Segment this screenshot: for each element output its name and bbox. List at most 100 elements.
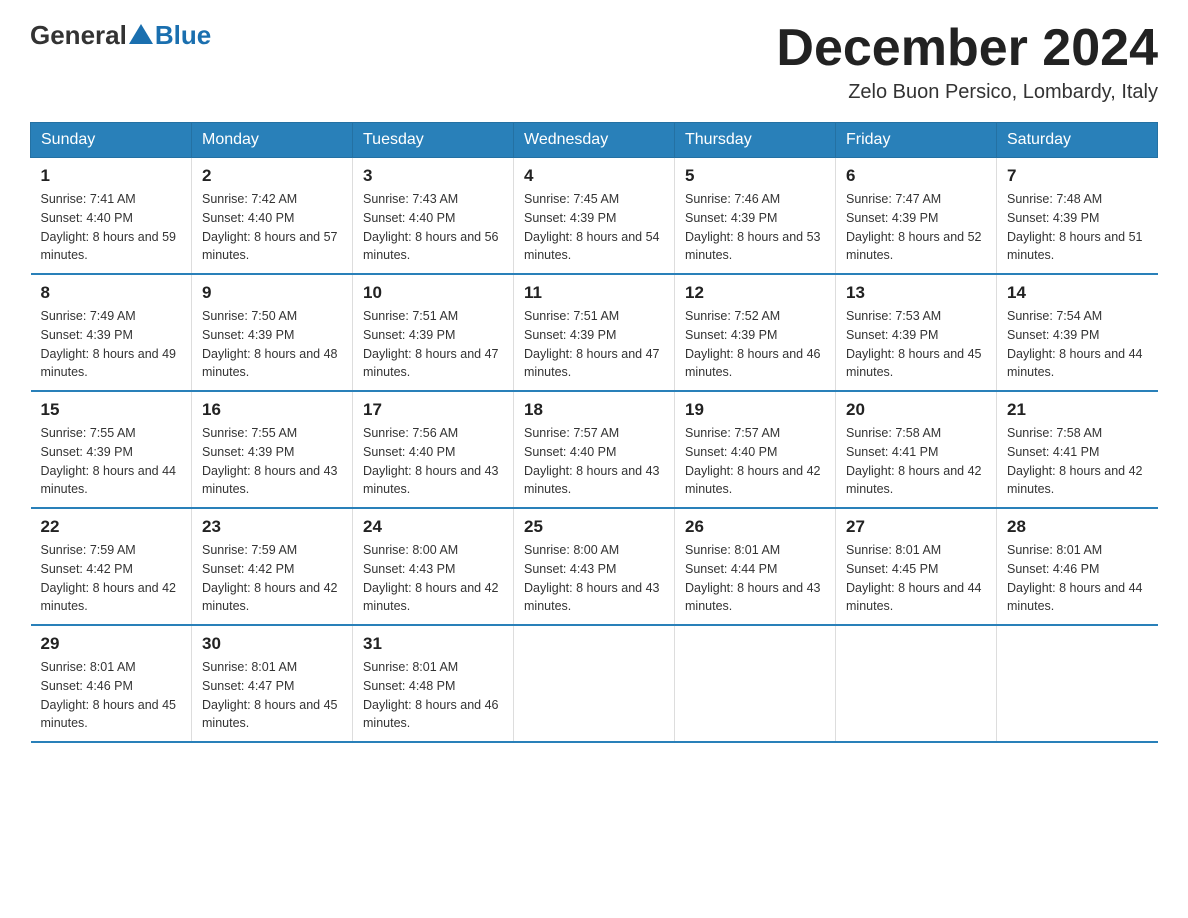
day-number: 25: [524, 517, 664, 537]
daylight-label: Daylight: 8 hours and 45 minutes.: [41, 698, 177, 731]
calendar-day-cell: 24 Sunrise: 8:00 AM Sunset: 4:43 PM Dayl…: [353, 508, 514, 625]
daylight-label: Daylight: 8 hours and 49 minutes.: [41, 347, 177, 380]
calendar-day-cell: 10 Sunrise: 7:51 AM Sunset: 4:39 PM Dayl…: [353, 274, 514, 391]
sunset-label: Sunset: 4:39 PM: [685, 328, 777, 342]
day-number: 31: [363, 634, 503, 654]
calendar-day-cell: [675, 625, 836, 742]
day-info: Sunrise: 7:55 AM Sunset: 4:39 PM Dayligh…: [202, 424, 342, 499]
daylight-label: Daylight: 8 hours and 43 minutes.: [685, 581, 821, 614]
col-monday: Monday: [192, 123, 353, 158]
sunrise-label: Sunrise: 8:01 AM: [41, 660, 136, 674]
sunrise-label: Sunrise: 8:01 AM: [202, 660, 297, 674]
calendar-day-cell: 9 Sunrise: 7:50 AM Sunset: 4:39 PM Dayli…: [192, 274, 353, 391]
sunset-label: Sunset: 4:48 PM: [363, 679, 455, 693]
day-number: 16: [202, 400, 342, 420]
daylight-label: Daylight: 8 hours and 54 minutes.: [524, 230, 660, 263]
calendar-day-cell: 16 Sunrise: 7:55 AM Sunset: 4:39 PM Dayl…: [192, 391, 353, 508]
day-number: 6: [846, 166, 986, 186]
calendar-header-row: Sunday Monday Tuesday Wednesday Thursday…: [31, 123, 1158, 158]
calendar-day-cell: 12 Sunrise: 7:52 AM Sunset: 4:39 PM Dayl…: [675, 274, 836, 391]
calendar-day-cell: [997, 625, 1158, 742]
calendar-day-cell: 28 Sunrise: 8:01 AM Sunset: 4:46 PM Dayl…: [997, 508, 1158, 625]
daylight-label: Daylight: 8 hours and 44 minutes.: [846, 581, 982, 614]
sunset-label: Sunset: 4:40 PM: [363, 445, 455, 459]
calendar-week-row: 22 Sunrise: 7:59 AM Sunset: 4:42 PM Dayl…: [31, 508, 1158, 625]
day-number: 30: [202, 634, 342, 654]
sunrise-label: Sunrise: 7:55 AM: [202, 426, 297, 440]
day-info: Sunrise: 7:56 AM Sunset: 4:40 PM Dayligh…: [363, 424, 503, 499]
day-number: 29: [41, 634, 182, 654]
calendar-day-cell: 6 Sunrise: 7:47 AM Sunset: 4:39 PM Dayli…: [836, 158, 997, 275]
sunrise-label: Sunrise: 7:56 AM: [363, 426, 458, 440]
day-number: 2: [202, 166, 342, 186]
day-number: 15: [41, 400, 182, 420]
calendar-day-cell: 2 Sunrise: 7:42 AM Sunset: 4:40 PM Dayli…: [192, 158, 353, 275]
daylight-label: Daylight: 8 hours and 42 minutes.: [1007, 464, 1143, 497]
title-section: December 2024 Zelo Buon Persico, Lombard…: [776, 20, 1158, 104]
day-info: Sunrise: 7:47 AM Sunset: 4:39 PM Dayligh…: [846, 190, 986, 265]
calendar-week-row: 1 Sunrise: 7:41 AM Sunset: 4:40 PM Dayli…: [31, 158, 1158, 275]
month-title: December 2024: [776, 20, 1158, 77]
daylight-label: Daylight: 8 hours and 43 minutes.: [363, 464, 499, 497]
day-info: Sunrise: 7:52 AM Sunset: 4:39 PM Dayligh…: [685, 307, 825, 382]
sunrise-label: Sunrise: 8:00 AM: [524, 543, 619, 557]
day-number: 22: [41, 517, 182, 537]
day-number: 17: [363, 400, 503, 420]
calendar-day-cell: 23 Sunrise: 7:59 AM Sunset: 4:42 PM Dayl…: [192, 508, 353, 625]
daylight-label: Daylight: 8 hours and 47 minutes.: [363, 347, 499, 380]
calendar-day-cell: 1 Sunrise: 7:41 AM Sunset: 4:40 PM Dayli…: [31, 158, 192, 275]
sunset-label: Sunset: 4:41 PM: [846, 445, 938, 459]
calendar-day-cell: 19 Sunrise: 7:57 AM Sunset: 4:40 PM Dayl…: [675, 391, 836, 508]
day-number: 18: [524, 400, 664, 420]
sunrise-label: Sunrise: 7:42 AM: [202, 192, 297, 206]
day-info: Sunrise: 8:01 AM Sunset: 4:46 PM Dayligh…: [41, 658, 182, 733]
day-number: 13: [846, 283, 986, 303]
daylight-label: Daylight: 8 hours and 46 minutes.: [685, 347, 821, 380]
day-info: Sunrise: 7:41 AM Sunset: 4:40 PM Dayligh…: [41, 190, 182, 265]
sunrise-label: Sunrise: 7:45 AM: [524, 192, 619, 206]
day-number: 20: [846, 400, 986, 420]
sunrise-label: Sunrise: 7:52 AM: [685, 309, 780, 323]
sunset-label: Sunset: 4:42 PM: [202, 562, 294, 576]
sunset-label: Sunset: 4:44 PM: [685, 562, 777, 576]
day-number: 24: [363, 517, 503, 537]
sunset-label: Sunset: 4:39 PM: [846, 211, 938, 225]
sunrise-label: Sunrise: 7:46 AM: [685, 192, 780, 206]
sunset-label: Sunset: 4:43 PM: [363, 562, 455, 576]
sunrise-label: Sunrise: 7:49 AM: [41, 309, 136, 323]
calendar-day-cell: 31 Sunrise: 8:01 AM Sunset: 4:48 PM Dayl…: [353, 625, 514, 742]
day-number: 28: [1007, 517, 1148, 537]
daylight-label: Daylight: 8 hours and 48 minutes.: [202, 347, 338, 380]
day-number: 12: [685, 283, 825, 303]
sunset-label: Sunset: 4:39 PM: [41, 445, 133, 459]
sunset-label: Sunset: 4:39 PM: [202, 445, 294, 459]
calendar-day-cell: 4 Sunrise: 7:45 AM Sunset: 4:39 PM Dayli…: [514, 158, 675, 275]
sunset-label: Sunset: 4:39 PM: [524, 211, 616, 225]
calendar-day-cell: 21 Sunrise: 7:58 AM Sunset: 4:41 PM Dayl…: [997, 391, 1158, 508]
sunrise-label: Sunrise: 7:47 AM: [846, 192, 941, 206]
sunset-label: Sunset: 4:40 PM: [363, 211, 455, 225]
day-info: Sunrise: 8:01 AM Sunset: 4:47 PM Dayligh…: [202, 658, 342, 733]
day-info: Sunrise: 7:55 AM Sunset: 4:39 PM Dayligh…: [41, 424, 182, 499]
day-number: 19: [685, 400, 825, 420]
day-info: Sunrise: 7:50 AM Sunset: 4:39 PM Dayligh…: [202, 307, 342, 382]
calendar-day-cell: 20 Sunrise: 7:58 AM Sunset: 4:41 PM Dayl…: [836, 391, 997, 508]
daylight-label: Daylight: 8 hours and 44 minutes.: [1007, 581, 1143, 614]
sunset-label: Sunset: 4:46 PM: [41, 679, 133, 693]
col-wednesday: Wednesday: [514, 123, 675, 158]
day-number: 3: [363, 166, 503, 186]
sunrise-label: Sunrise: 8:01 AM: [846, 543, 941, 557]
day-number: 8: [41, 283, 182, 303]
daylight-label: Daylight: 8 hours and 43 minutes.: [524, 581, 660, 614]
calendar-week-row: 8 Sunrise: 7:49 AM Sunset: 4:39 PM Dayli…: [31, 274, 1158, 391]
day-info: Sunrise: 7:42 AM Sunset: 4:40 PM Dayligh…: [202, 190, 342, 265]
sunrise-label: Sunrise: 7:51 AM: [363, 309, 458, 323]
day-number: 26: [685, 517, 825, 537]
calendar-day-cell: 27 Sunrise: 8:01 AM Sunset: 4:45 PM Dayl…: [836, 508, 997, 625]
logo-blue-text: Blue: [155, 20, 211, 51]
daylight-label: Daylight: 8 hours and 44 minutes.: [41, 464, 177, 497]
calendar-day-cell: 30 Sunrise: 8:01 AM Sunset: 4:47 PM Dayl…: [192, 625, 353, 742]
calendar-day-cell: 25 Sunrise: 8:00 AM Sunset: 4:43 PM Dayl…: [514, 508, 675, 625]
sunrise-label: Sunrise: 7:59 AM: [202, 543, 297, 557]
day-info: Sunrise: 8:01 AM Sunset: 4:48 PM Dayligh…: [363, 658, 503, 733]
